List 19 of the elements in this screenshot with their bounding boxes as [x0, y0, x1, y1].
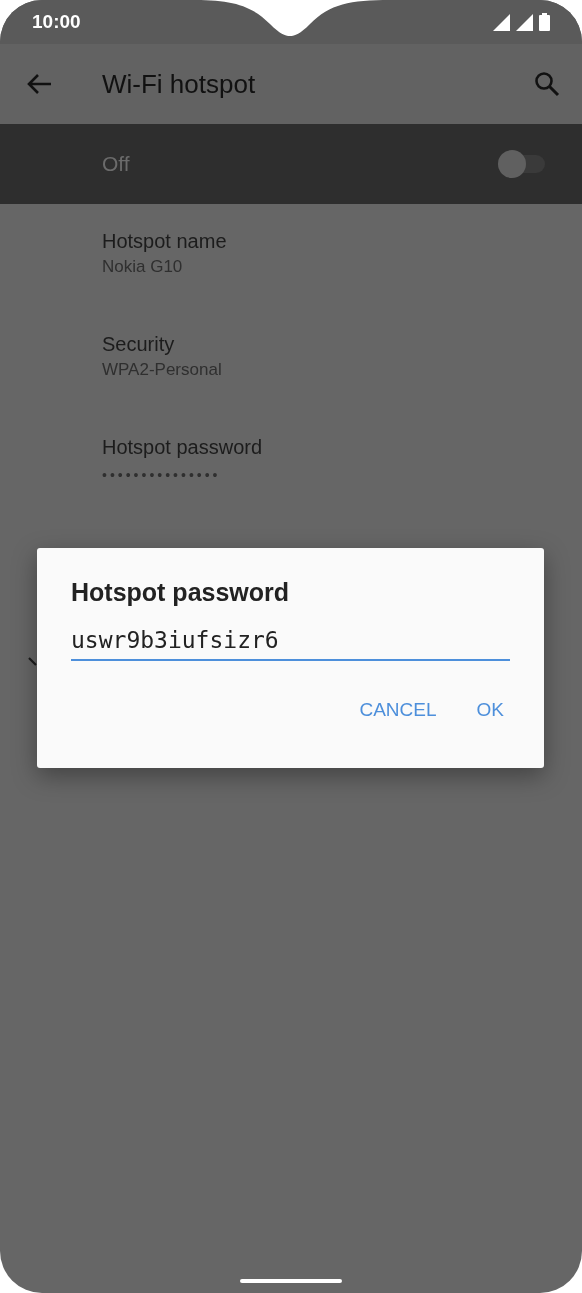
setting-summary: WPA2-Personal: [102, 360, 223, 380]
signal-icon: [493, 13, 510, 31]
page-title: Wi-Fi hotspot: [102, 68, 257, 100]
dialog-title: Hotspot password: [71, 578, 291, 607]
switch-label: Off: [102, 152, 130, 176]
ok-button[interactable]: OK: [462, 689, 518, 731]
status-time: 10:00: [32, 11, 81, 33]
setting-title[interactable]: Security: [102, 333, 552, 356]
battery-icon: [539, 13, 550, 31]
setting-title[interactable]: Hotspot password: [102, 436, 552, 459]
back-icon[interactable]: [26, 73, 52, 95]
password-field[interactable]: uswr9b3iufsizr6: [71, 623, 510, 661]
signal-icon: [516, 13, 533, 31]
setting-title[interactable]: Hotspot name: [102, 230, 552, 253]
chevron-icon: [28, 657, 37, 666]
cancel-button[interactable]: CANCEL: [345, 689, 451, 731]
masked-password: •••••••••••••••: [102, 467, 222, 483]
search-icon[interactable]: [534, 71, 560, 97]
hotspot-switch[interactable]: [498, 150, 546, 178]
